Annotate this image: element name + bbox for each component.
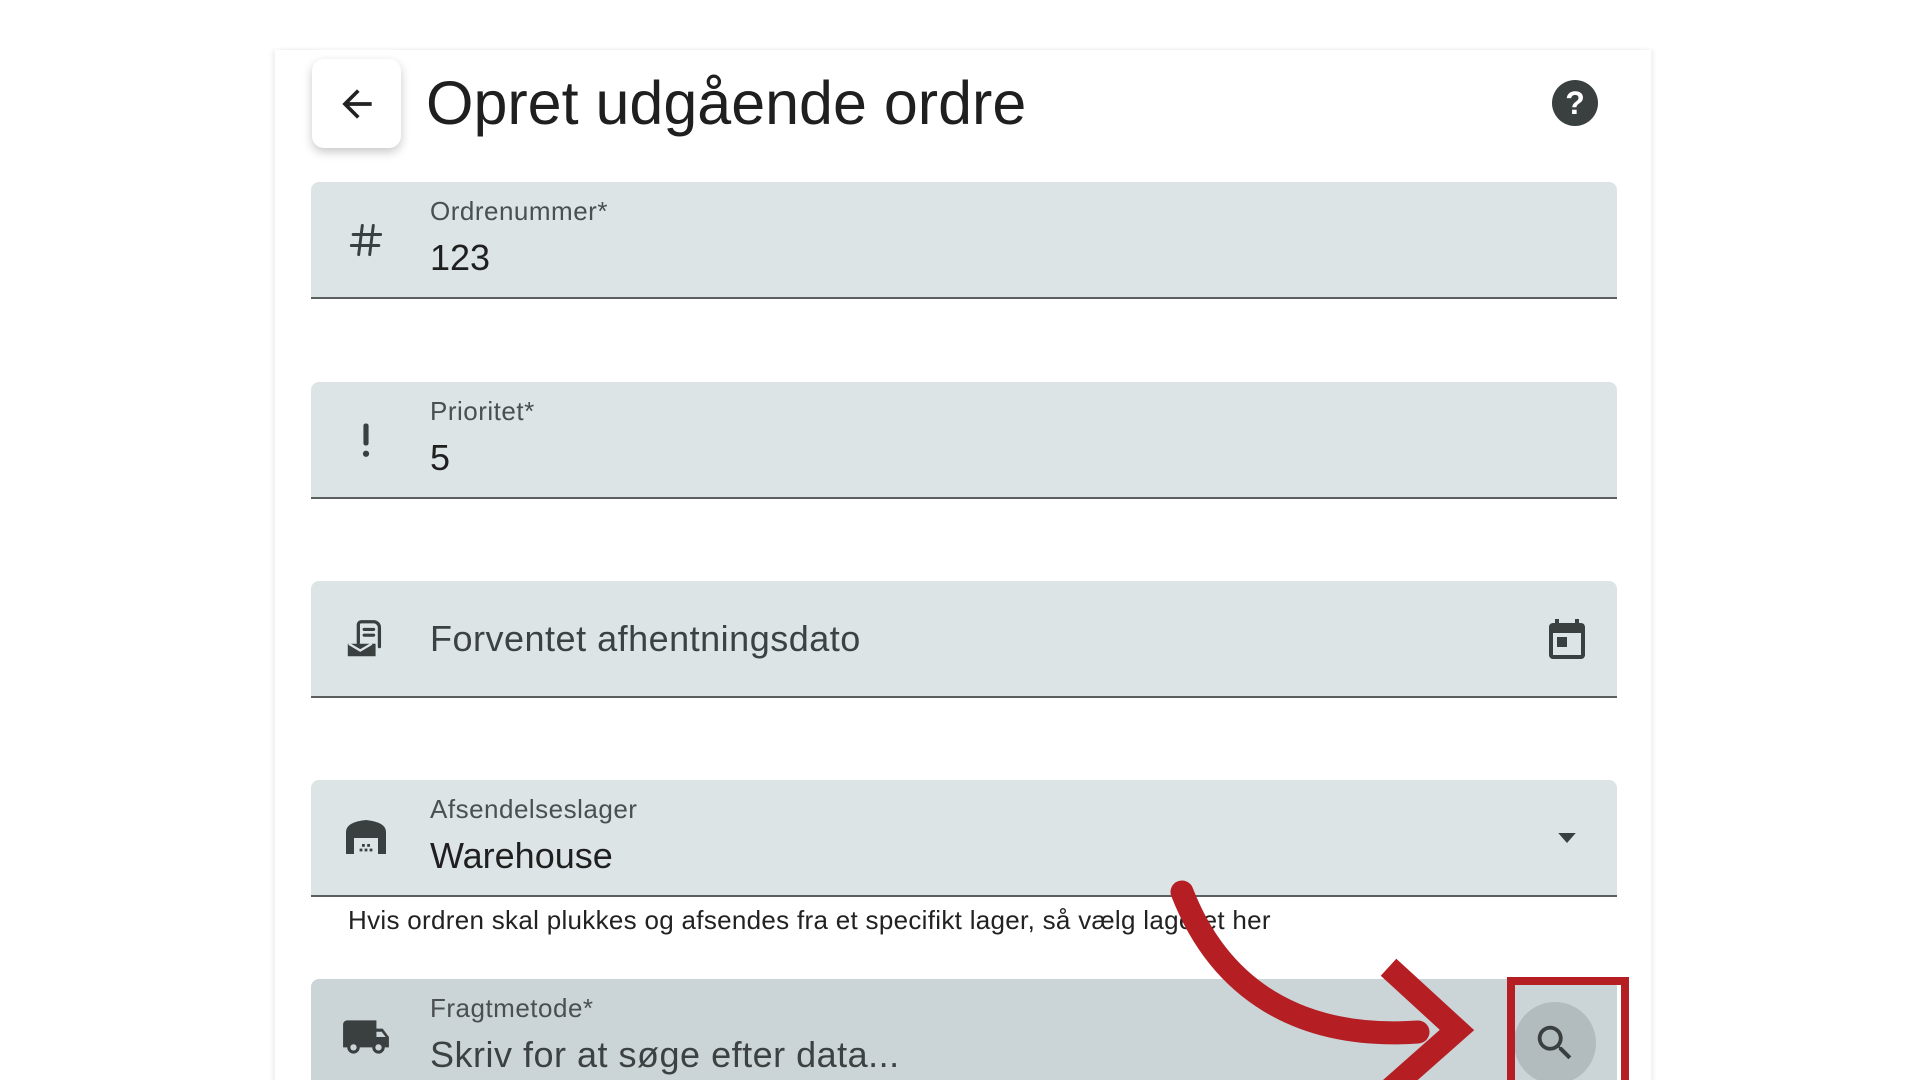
priority-input[interactable]: 5 <box>430 437 450 479</box>
pickup-date-field[interactable]: Forventet afhentningsdato <box>311 581 1617 698</box>
warehouse-field[interactable]: Afsendelseslager Warehouse <box>311 780 1617 897</box>
freight-method-field[interactable]: Fragtmetode* Skriv for at søge efter dat… <box>311 979 1617 1080</box>
calendar-icon[interactable] <box>1539 611 1595 667</box>
warehouse-label: Afsendelseslager <box>430 794 638 824</box>
priority-label: Prioritet* <box>430 396 535 426</box>
search-icon <box>1537 1025 1572 1060</box>
stage: Opret udgående ordre ? Ordrenummer* 123 … <box>0 0 1920 1080</box>
arrow-left-icon <box>341 88 372 119</box>
order-number-field[interactable]: Ordrenummer* 123 <box>311 182 1617 299</box>
create-order-panel: Opret udgående ordre ? Ordrenummer* 123 … <box>275 50 1651 1080</box>
truck-icon <box>341 1012 391 1062</box>
freight-method-input[interactable]: Skriv for at søge efter data... <box>430 1034 900 1076</box>
warehouse-helper-text: Hvis ordren skal plukkes og afsendes fra… <box>348 905 1271 935</box>
order-number-input[interactable]: 123 <box>430 237 490 279</box>
pickup-date-input[interactable]: Forventet afhentningsdato <box>430 618 861 660</box>
back-button[interactable] <box>312 59 401 148</box>
priority-field[interactable]: Prioritet* 5 <box>311 382 1617 499</box>
freight-search-button[interactable] <box>1514 1002 1596 1080</box>
warehouse-select[interactable]: Warehouse <box>430 835 613 877</box>
warehouse-icon <box>341 813 391 863</box>
pickup-package-icon <box>341 614 391 664</box>
dropdown-arrow-icon[interactable] <box>1539 810 1595 866</box>
page-title: Opret udgående ordre <box>426 69 1027 137</box>
order-number-label: Ordrenummer* <box>430 196 608 226</box>
hash-icon <box>341 215 391 265</box>
exclamation-icon <box>341 415 391 465</box>
freight-method-label: Fragtmetode* <box>430 993 594 1023</box>
help-button[interactable]: ? <box>1552 80 1598 126</box>
